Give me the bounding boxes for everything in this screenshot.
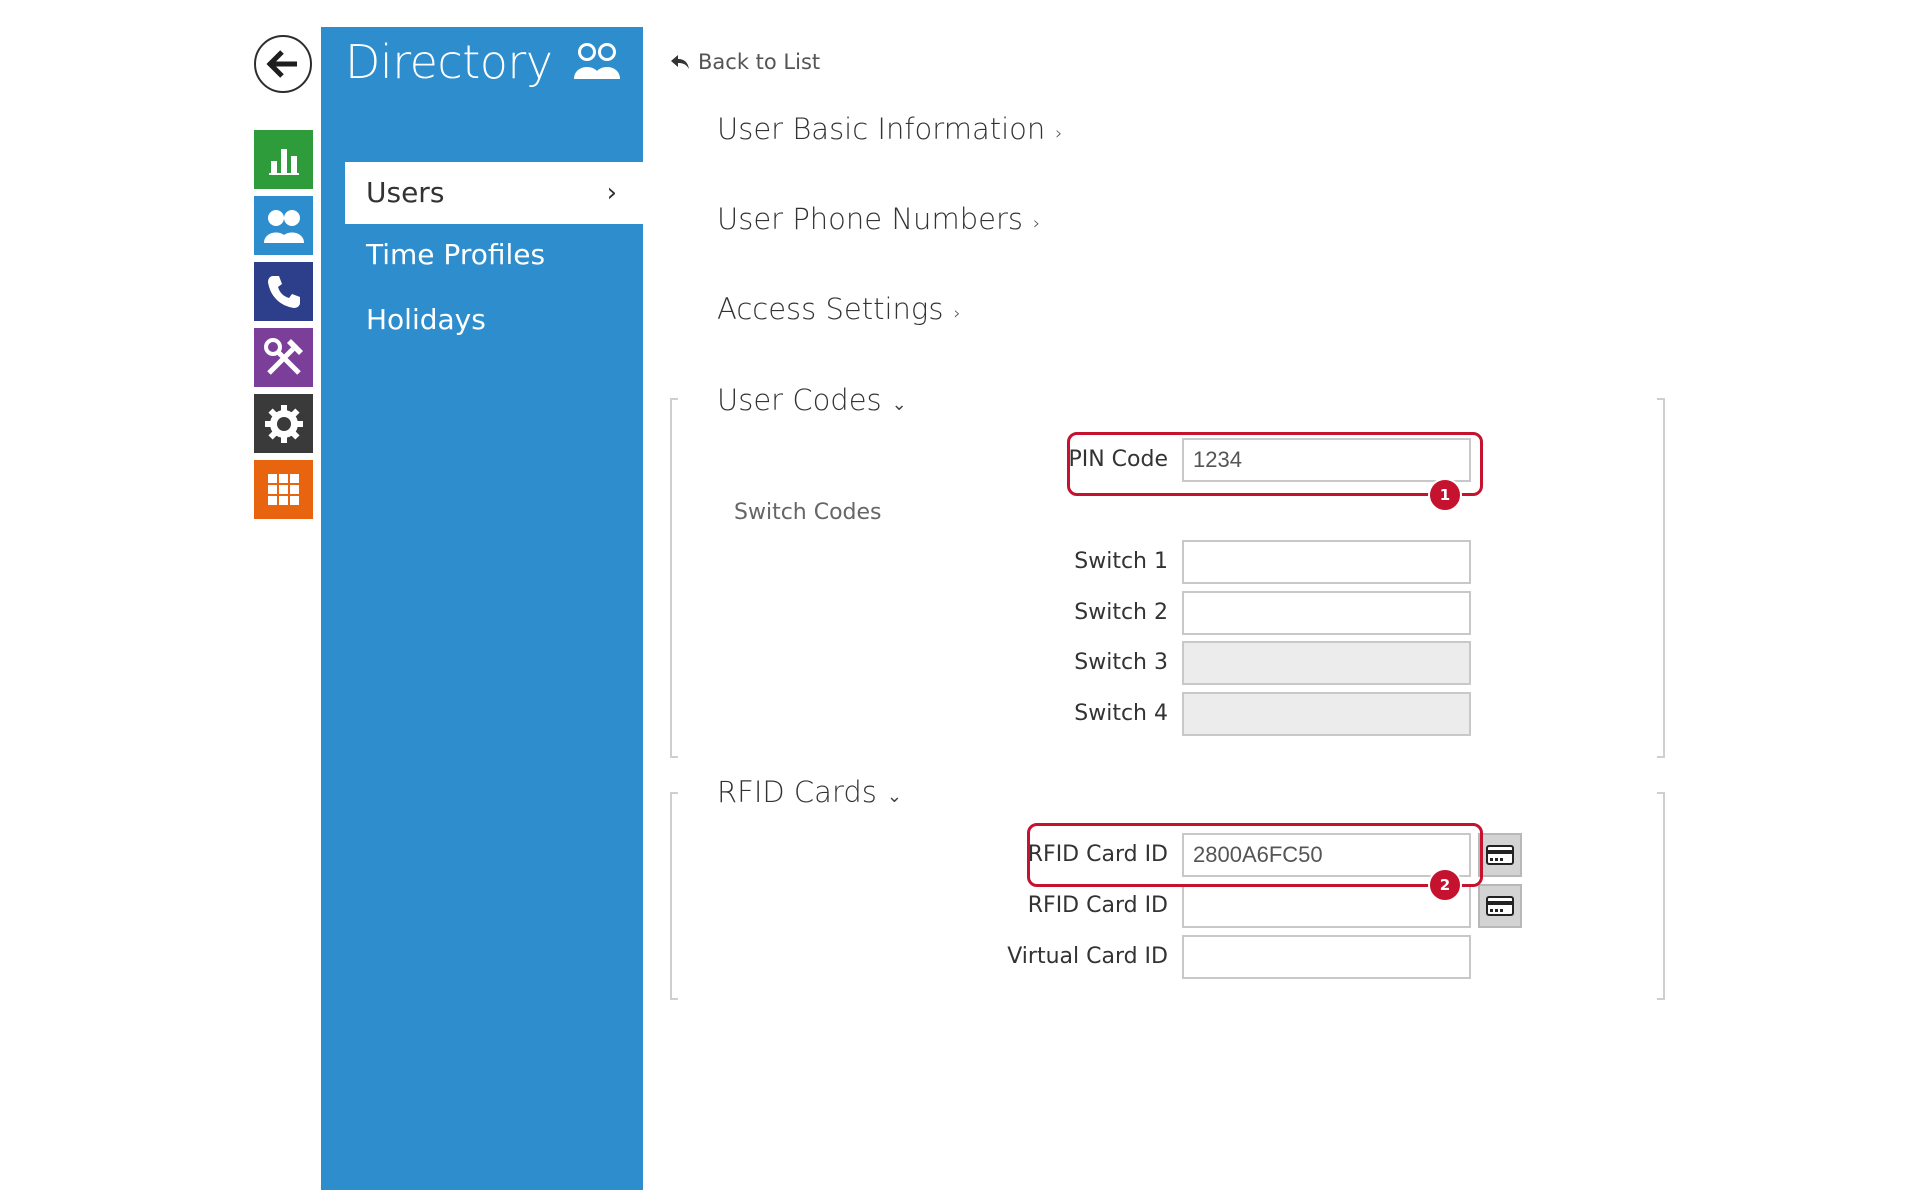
directory-menu-panel: Directory Users › Time Profiles Holidays: [321, 27, 643, 1190]
hardware-tools-icon: [263, 337, 303, 375]
panel-title: Directory: [345, 35, 553, 89]
callout-badge: 1: [1428, 478, 1462, 512]
section-user-basic-information[interactable]: User Basic Information ›: [717, 112, 1062, 146]
switch-2-label: Switch 2: [1074, 600, 1168, 625]
virtual-card-input[interactable]: [1182, 935, 1471, 979]
phone-icon: [267, 275, 300, 308]
menu-item-users-label: Users: [366, 176, 445, 209]
section-user-codes[interactable]: User Codes ⌄: [717, 383, 907, 417]
callout-highlight: [1027, 823, 1483, 887]
section-bracket: [670, 398, 678, 758]
read-card-button[interactable]: [1478, 833, 1522, 877]
switch-1-label: Switch 1: [1074, 549, 1168, 574]
section-title: RFID Cards: [717, 775, 877, 809]
section-title: User Codes: [717, 383, 882, 417]
back-arrow-icon: [266, 50, 297, 78]
chevron-down-icon: ⌄: [886, 786, 902, 807]
chevron-right-icon: ›: [606, 178, 617, 208]
chevron-right-icon: ›: [1032, 213, 1041, 234]
menu-item-holidays[interactable]: Holidays: [321, 289, 643, 351]
users-group-icon: [572, 41, 622, 85]
system-nav-tile[interactable]: [254, 460, 313, 519]
menu-item-time-profiles-label: Time Profiles: [366, 238, 546, 271]
switch-4-input: [1182, 692, 1471, 736]
switch-1-input[interactable]: [1182, 540, 1471, 584]
section-access-settings[interactable]: Access Settings ›: [717, 292, 961, 326]
back-button[interactable]: [254, 35, 312, 93]
section-bracket: [670, 792, 678, 1000]
section-title: User Phone Numbers: [717, 202, 1023, 236]
status-nav-tile[interactable]: [254, 130, 313, 189]
section-title: Access Settings: [717, 292, 944, 326]
switch-codes-label: Switch Codes: [734, 500, 882, 525]
calls-nav-tile[interactable]: [254, 262, 313, 321]
system-grid-icon: [267, 473, 299, 505]
back-to-list-link[interactable]: Back to List: [670, 50, 820, 74]
section-user-phone-numbers[interactable]: User Phone Numbers ›: [717, 202, 1040, 236]
chevron-right-icon: ›: [1055, 123, 1063, 144]
reply-arrow-icon: [671, 55, 689, 69]
callout-badge: 2: [1428, 868, 1462, 902]
menu-item-holidays-label: Holidays: [366, 303, 486, 336]
rfid-card-2-input[interactable]: [1182, 884, 1471, 928]
section-rfid-cards[interactable]: RFID Cards ⌄: [717, 775, 902, 809]
switch-3-label: Switch 3: [1074, 650, 1168, 675]
card-reader-icon: [1486, 845, 1514, 865]
section-bracket: [1657, 792, 1665, 1000]
services-gear-icon: [264, 404, 303, 443]
chevron-down-icon: ⌄: [891, 394, 907, 415]
virtual-card-label: Virtual Card ID: [1007, 944, 1168, 969]
back-to-list-label: Back to List: [698, 50, 821, 74]
switch-4-label: Switch 4: [1074, 701, 1168, 726]
directory-nav-tile[interactable]: [254, 196, 313, 255]
rfid-card-2-label: RFID Card ID: [1027, 893, 1168, 918]
switch-3-input: [1182, 641, 1471, 685]
menu-item-users[interactable]: Users ›: [345, 162, 643, 224]
hardware-nav-tile[interactable]: [254, 328, 313, 387]
callout-highlight: [1067, 432, 1483, 496]
section-title: User Basic Information: [717, 112, 1046, 146]
read-card-button[interactable]: [1478, 884, 1522, 928]
menu-item-time-profiles[interactable]: Time Profiles: [321, 224, 643, 286]
section-bracket: [1657, 398, 1665, 758]
switch-2-input[interactable]: [1182, 591, 1471, 635]
services-nav-tile[interactable]: [254, 394, 313, 453]
status-chart-icon: [268, 148, 299, 175]
directory-users-icon: [263, 209, 304, 243]
chevron-right-icon: ›: [953, 303, 961, 324]
card-reader-icon: [1486, 896, 1514, 916]
